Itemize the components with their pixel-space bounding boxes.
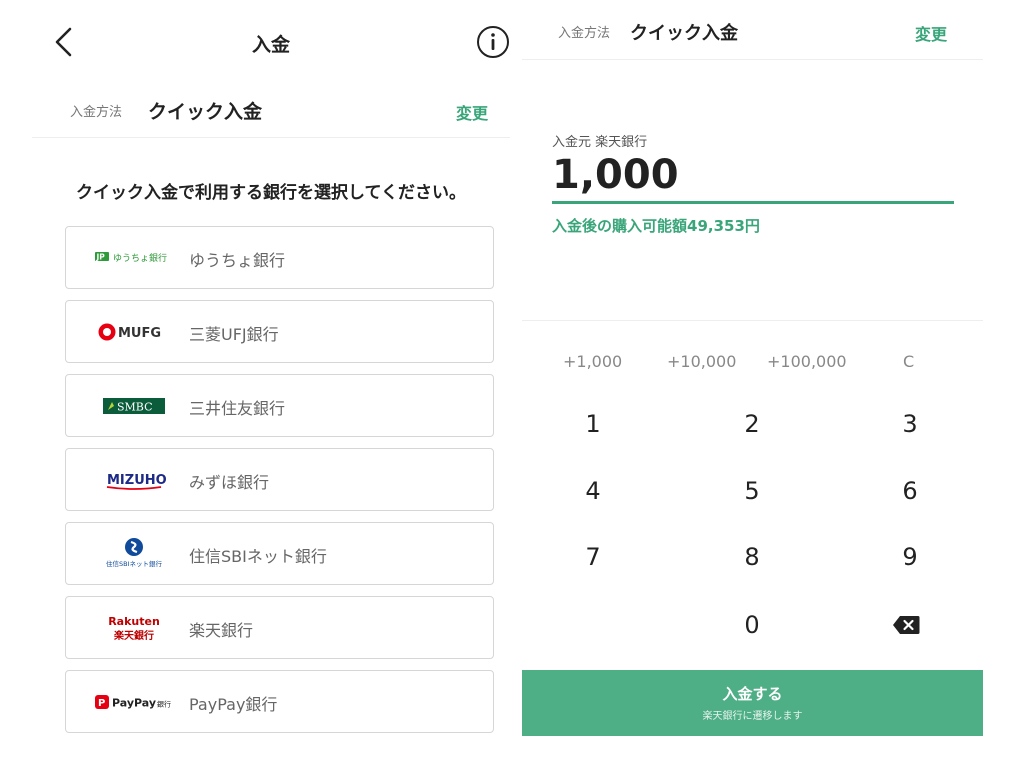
svg-text:SMBC: SMBC [117, 400, 153, 413]
quick-add-10000-button[interactable]: +10,000 [667, 352, 736, 371]
key-4[interactable]: 4 [553, 471, 633, 511]
key-0[interactable]: 0 [712, 605, 792, 645]
divider [522, 320, 983, 321]
amount-display[interactable]: 1,000 [552, 152, 679, 198]
deposit-source-label: 入金元 楽天銀行 [552, 135, 648, 150]
svg-text:Rakuten: Rakuten [108, 615, 160, 628]
svg-text:楽天銀行: 楽天銀行 [113, 629, 154, 642]
svg-text:銀行: 銀行 [157, 699, 171, 708]
method-value: クイック入金 [148, 101, 263, 123]
key-5[interactable]: 5 [712, 471, 792, 511]
bank-name: みずほ銀行 [189, 473, 270, 492]
deposit-button-label: 入金する [722, 685, 783, 703]
bank-name: ゆうちょ銀行 [189, 251, 286, 270]
bank-list: JP ゆうちょ銀行 ゆうちょ銀行 MUFG 三菱UFJ銀行 SMBC 三井住友銀… [65, 226, 494, 744]
backspace-icon[interactable] [866, 605, 946, 645]
bank-name: PayPay銀行 [189, 695, 278, 714]
key-7[interactable]: 7 [553, 537, 633, 577]
svg-text:MIZUHO: MIZUHO [107, 473, 167, 488]
bank-item-sbi[interactable]: 住信SBIネット銀行 住信SBIネット銀行 [65, 522, 494, 585]
amount-underline [552, 201, 954, 204]
svg-text:PayPay: PayPay [112, 696, 156, 709]
deposit-method-row: 入金方法 クイック入金 変更 [32, 86, 510, 138]
amount-entry-panel: 入金方法 クイック入金 変更 入金元 楽天銀行 1,000 入金後の購入可能額4… [522, 0, 983, 769]
rakuten-logo: Rakuten 楽天銀行 [88, 597, 180, 658]
bank-item-yucho[interactable]: JP ゆうちょ銀行 ゆうちょ銀行 [65, 226, 494, 289]
method-label: 入金方法 [70, 105, 123, 120]
bank-item-paypay[interactable]: P PayPay 銀行 PayPay銀行 [65, 670, 494, 733]
svg-text:JP: JP [96, 252, 106, 261]
mufg-logo: MUFG [88, 301, 180, 362]
bank-select-panel: 入金 入金方法 クイック入金 変更 クイック入金で利用する銀行を選択してください… [0, 0, 522, 769]
method-label: 入金方法 [558, 26, 611, 41]
quick-add-1000-button[interactable]: +1,000 [563, 352, 622, 371]
bank-item-mufg[interactable]: MUFG 三菱UFJ銀行 [65, 300, 494, 363]
key-2[interactable]: 2 [712, 404, 792, 444]
svg-text:P: P [98, 698, 105, 709]
key-9[interactable]: 9 [870, 537, 950, 577]
svg-text:MUFG: MUFG [118, 326, 161, 341]
bank-name: 三井住友銀行 [189, 399, 286, 418]
page-title: 入金 [251, 34, 290, 56]
deposit-button-sublabel: 楽天銀行に遷移します [702, 711, 803, 722]
quick-add-100000-button[interactable]: +100,000 [767, 352, 847, 371]
bank-select-instruction: クイック入金で利用する銀行を選択してください。 [76, 183, 466, 203]
smbc-logo: SMBC [88, 375, 180, 436]
key-1[interactable]: 1 [553, 404, 633, 444]
change-method-link[interactable]: 変更 [915, 21, 947, 45]
clear-button[interactable]: C [903, 352, 914, 371]
yucho-logo: JP ゆうちょ銀行 [88, 227, 180, 288]
purchasable-amount-note: 入金後の購入可能額49,353円 [552, 217, 760, 235]
sbi-logo: 住信SBIネット銀行 [88, 523, 180, 584]
quick-amount-row: +1,000 +10,000 +100,000 C [522, 352, 983, 376]
svg-text:ゆうちょ銀行: ゆうちょ銀行 [113, 252, 167, 264]
header-bar: 入金 [32, 20, 510, 64]
bank-item-smbc[interactable]: SMBC 三井住友銀行 [65, 374, 494, 437]
paypay-logo: P PayPay 銀行 [88, 671, 180, 732]
change-method-link[interactable]: 変更 [456, 100, 488, 124]
key-6[interactable]: 6 [870, 471, 950, 511]
bank-name: 三菱UFJ銀行 [189, 325, 279, 344]
deposit-submit-button[interactable]: 入金する 楽天銀行に遷移します [522, 670, 983, 736]
key-8[interactable]: 8 [712, 537, 792, 577]
method-value: クイック入金 [630, 23, 738, 44]
deposit-method-row: 入金方法 クイック入金 変更 [522, 0, 983, 60]
svg-text:住信SBIネット銀行: 住信SBIネット銀行 [106, 559, 163, 568]
key-3[interactable]: 3 [870, 404, 950, 444]
bank-name: 楽天銀行 [189, 621, 254, 640]
bank-item-rakuten[interactable]: Rakuten 楽天銀行 楽天銀行 [65, 596, 494, 659]
info-icon[interactable] [476, 25, 510, 59]
bank-item-mizuho[interactable]: MIZUHO みずほ銀行 [65, 448, 494, 511]
mizuho-logo: MIZUHO [88, 449, 180, 510]
bank-name: 住信SBIネット銀行 [189, 547, 327, 566]
